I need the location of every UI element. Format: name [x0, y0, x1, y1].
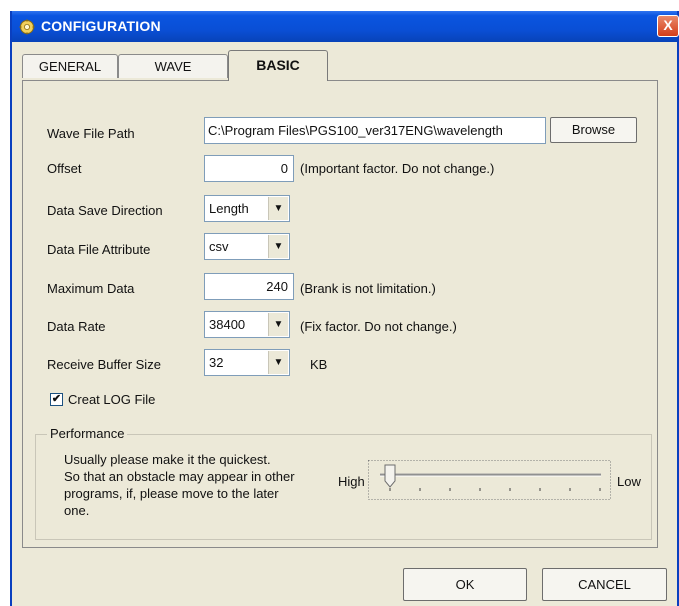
offset-field[interactable]: 0 [204, 155, 294, 182]
offset-label: Offset [47, 161, 82, 176]
receive-buffer-unit: KB [310, 357, 328, 372]
receive-buffer-size-value: 32 [209, 355, 224, 370]
performance-title: Performance [47, 426, 128, 441]
low-label: Low [617, 474, 641, 489]
close-button[interactable]: X [657, 15, 679, 37]
check-icon: ✔ [51, 393, 62, 405]
data-rate-note: (Fix factor. Do not change.) [300, 319, 457, 334]
chevron-down-icon[interactable]: ▼ [268, 197, 288, 220]
chevron-down-icon[interactable]: ▼ [268, 313, 288, 336]
ok-button[interactable]: OK [403, 568, 527, 601]
data-save-direction-select[interactable]: Length ▼ [204, 195, 290, 222]
slider-thumb[interactable] [384, 464, 396, 488]
data-file-attribute-label: Data File Attribute [47, 242, 151, 257]
slider-track [368, 460, 611, 500]
data-rate-value: 38400 [209, 317, 246, 332]
create-log-checkbox[interactable]: ✔ [50, 393, 63, 406]
window-title: CONFIGURATION [41, 18, 161, 34]
performance-description-line: programs, if, please move to the later [64, 486, 279, 501]
data-rate-label: Data Rate [47, 319, 106, 334]
dialog-footer: OK CANCEL [0, 556, 679, 601]
data-save-direction-label: Data Save Direction [47, 203, 163, 218]
chevron-down-icon[interactable]: ▼ [268, 235, 288, 258]
maximum-data-note: (Brank is not limitation.) [300, 281, 436, 296]
wave-file-path-label: Wave File Path [47, 126, 135, 141]
receive-buffer-size-select[interactable]: 32 ▼ [204, 349, 290, 376]
data-save-direction-value: Length [209, 201, 249, 216]
high-label: High [338, 474, 365, 489]
tab-general[interactable]: GENERAL [22, 54, 118, 78]
maximum-data-field[interactable]: 240 [204, 273, 294, 300]
gear-icon [19, 19, 35, 35]
close-icon: X [663, 17, 673, 33]
chevron-down-icon[interactable]: ▼ [268, 351, 288, 374]
browse-button[interactable]: Browse [550, 117, 637, 143]
data-rate-select[interactable]: 38400 ▼ [204, 311, 290, 338]
performance-description: Usually please make it the quickest. So … [64, 451, 344, 519]
tab-basic[interactable]: BASIC [228, 50, 328, 81]
wave-file-path-field[interactable]: C:\Program Files\PGS100_ver317ENG\wavele… [204, 117, 546, 144]
tab-wave[interactable]: WAVE [118, 54, 228, 78]
performance-description-line: So that an obstacle may appear in other [64, 469, 295, 484]
cancel-button[interactable]: CANCEL [542, 568, 667, 601]
performance-description-line: one. [64, 503, 90, 518]
title-bar[interactable]: CONFIGURATION X [12, 11, 679, 42]
performance-description-line: Usually please make it the quickest. [64, 452, 271, 467]
maximum-data-label: Maximum Data [47, 281, 135, 296]
performance-slider[interactable] [368, 460, 611, 500]
tab-general-label: GENERAL [38, 59, 102, 74]
tab-wave-label: WAVE [154, 59, 192, 74]
create-log-label: Creat LOG File [68, 392, 156, 407]
data-file-attribute-select[interactable]: csv ▼ [204, 233, 290, 260]
tab-basic-label: BASIC [256, 57, 300, 73]
receive-buffer-size-label: Receive Buffer Size [47, 357, 161, 372]
offset-note: (Important factor. Do not change.) [300, 161, 495, 176]
data-file-attribute-value: csv [209, 239, 229, 254]
